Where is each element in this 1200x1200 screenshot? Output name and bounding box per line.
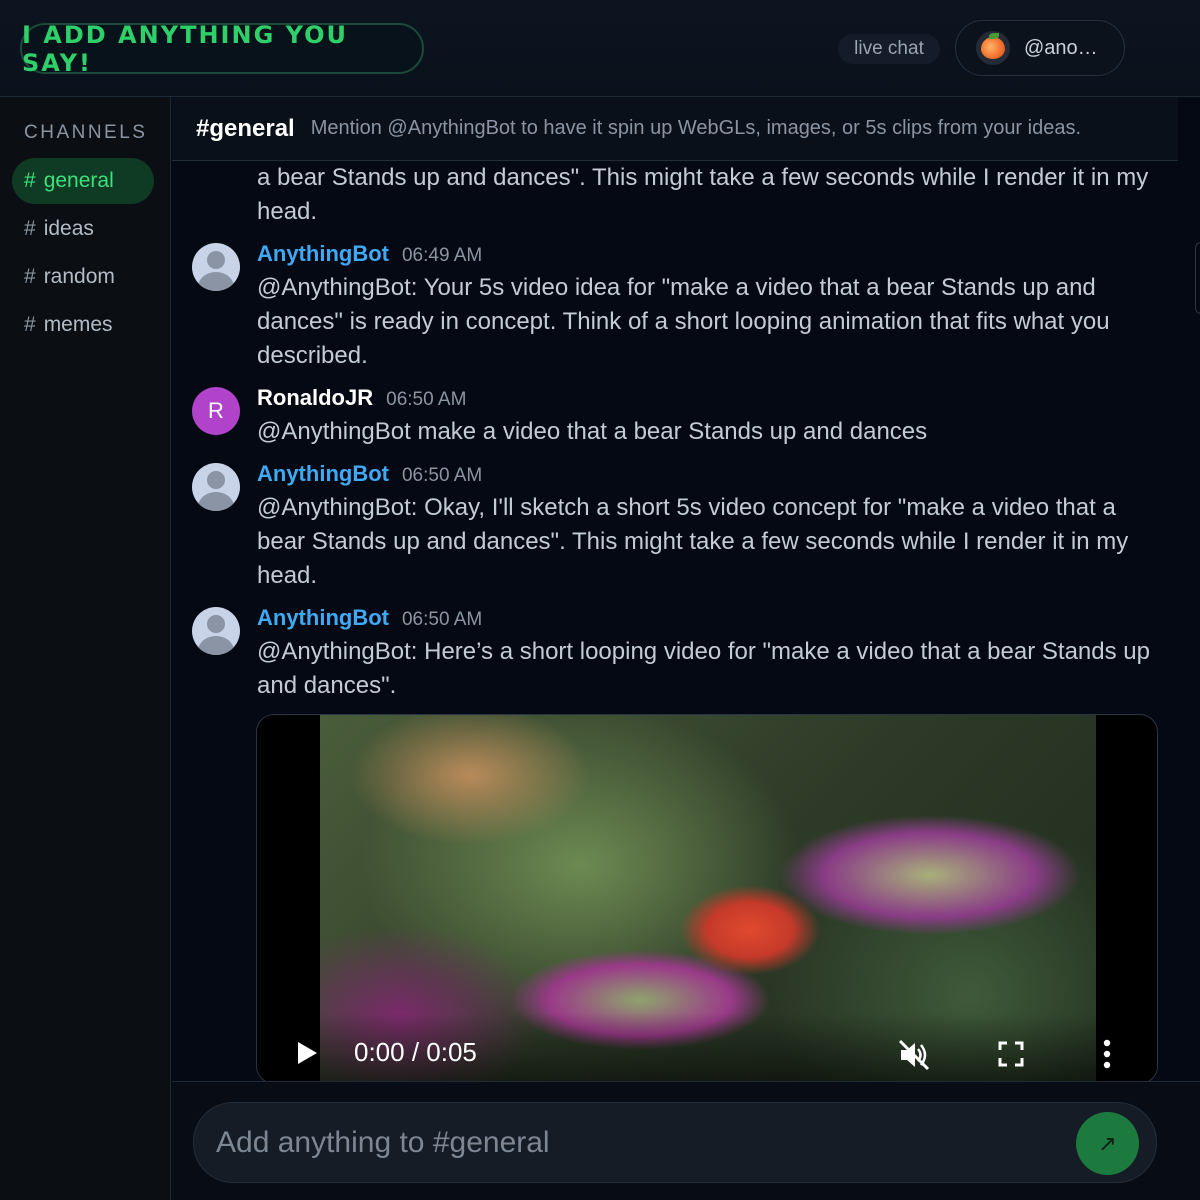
hash-icon: # — [24, 217, 36, 240]
video-player[interactable]: 0:00 / 0:05 — [256, 714, 1158, 1084]
message-text: @AnythingBot: Here’s a short looping vid… — [257, 638, 1150, 699]
sidebar-item-memes[interactable]: # memes — [12, 302, 154, 348]
channel-header: #general Mention @AnythingBot to have it… — [172, 97, 1178, 161]
play-icon[interactable] — [298, 1042, 317, 1064]
channels-heading: CHANNELS — [24, 122, 148, 143]
sidebar-item-label: memes — [43, 313, 113, 336]
message-text: @AnythingBot make a video that a bear St… — [257, 418, 928, 445]
channel-title: #general — [196, 114, 295, 142]
message-text: @AnythingBot: Okay, I'll sketch a short … — [257, 494, 1129, 589]
user-avatar[interactable]: R — [192, 387, 240, 435]
message-time: 06:50 AM — [401, 609, 483, 630]
video-controls: 0:00 / 0:05 — [257, 1013, 1157, 1083]
user-menu-button[interactable]: @ano… — [955, 20, 1125, 76]
bot-avatar[interactable] — [192, 243, 240, 291]
fullscreen-icon[interactable] — [998, 1041, 1024, 1067]
volume-muted-icon[interactable] — [897, 1038, 931, 1072]
top-header: I ADD ANYTHING YOU SAY! live chat @ano… — [0, 0, 1200, 97]
live-chat-badge: live chat — [838, 34, 940, 64]
sidebar-item-random[interactable]: # random — [12, 254, 154, 300]
peach-icon — [976, 31, 1010, 65]
sidebar-item-general[interactable]: # general — [12, 158, 154, 204]
message-author[interactable]: AnythingBot — [257, 605, 389, 631]
composer-area: ↗ — [172, 1081, 1200, 1200]
sidebar-item-label: general — [43, 169, 114, 192]
video-time: 0:00 / 0:05 — [354, 1037, 477, 1067]
message-author[interactable]: RonaldoJR — [257, 385, 373, 411]
sidebar-item-label: ideas — [43, 217, 94, 240]
channel-sidebar: CHANNELS # general # ideas # random # me… — [0, 97, 171, 1200]
more-vertical-icon[interactable] — [1102, 1039, 1112, 1069]
hash-icon: # — [24, 169, 36, 192]
message-text: @AnythingBot: Your 5s video idea for "ma… — [257, 274, 1110, 369]
message-time: 06:50 AM — [401, 465, 483, 486]
bot-avatar[interactable] — [192, 607, 240, 655]
channel-description: Mention @AnythingBot to have it spin up … — [310, 117, 1082, 139]
message-author[interactable]: AnythingBot — [257, 461, 389, 487]
send-button[interactable]: ↗ — [1076, 1112, 1139, 1175]
message-time: 06:50 AM — [386, 389, 467, 410]
user-name: @ano… — [1024, 36, 1098, 59]
message-composer: ↗ — [193, 1102, 1157, 1183]
message-text-partial: a bear Stands up and dances". This might… — [257, 164, 1149, 225]
sidebar-item-ideas[interactable]: # ideas — [12, 206, 154, 252]
message-time: 06:49 AM — [401, 245, 483, 266]
chat-main: #general Mention @AnythingBot to have it… — [172, 97, 1200, 1200]
sidebar-item-label: random — [43, 265, 115, 288]
hash-icon: # — [24, 265, 36, 288]
app-brand[interactable]: I ADD ANYTHING YOU SAY! — [20, 21, 424, 77]
arrow-up-right-icon: ↗ — [1098, 1130, 1117, 1156]
message-author[interactable]: AnythingBot — [257, 241, 389, 267]
hash-icon: # — [24, 313, 36, 336]
message-input[interactable] — [216, 1123, 1056, 1163]
bot-avatar[interactable] — [192, 463, 240, 511]
scroll-handle[interactable] — [1195, 242, 1200, 314]
